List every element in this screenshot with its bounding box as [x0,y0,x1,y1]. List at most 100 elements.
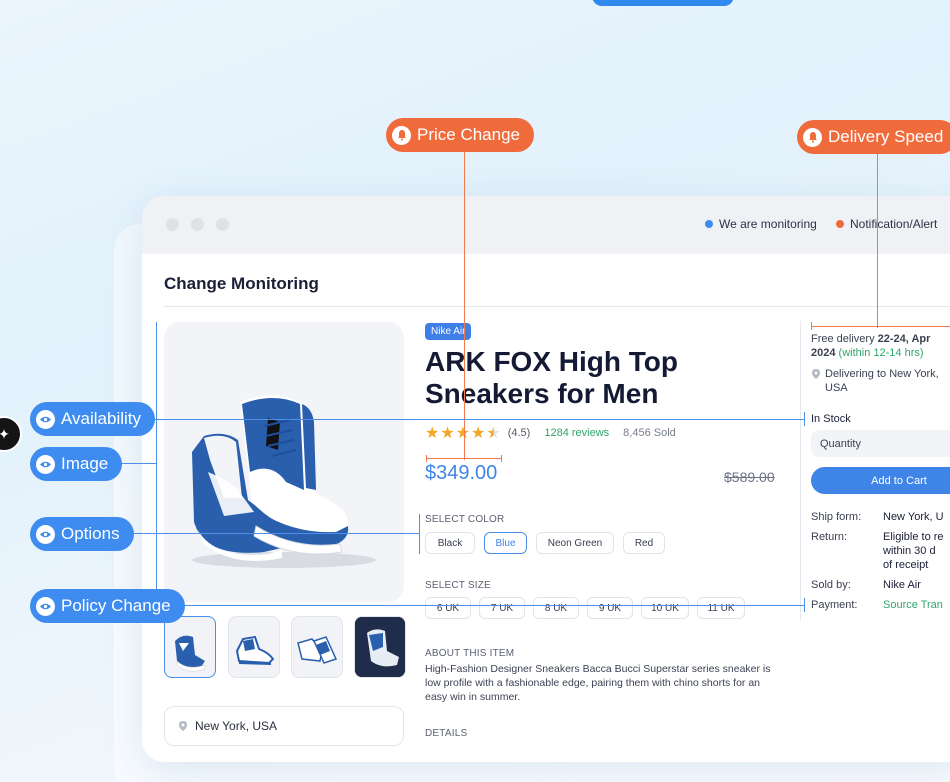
delivery-dates: 22-24, Apr [877,333,931,345]
delivery-info: Free delivery 22-24, Apr 2024 (within 12… [811,332,950,360]
callout-price-change-label: Price Change [417,125,521,144]
payment-value: Source Tran [883,599,943,611]
about-text: High-Fashion Designer Sneakers Bacca Buc… [425,663,771,703]
ship-from-value: New York, U [883,511,944,523]
thumbnail-3[interactable] [291,616,343,678]
callout-image-label: Image [61,454,109,473]
availability-bracket-tick [804,412,805,426]
about-label: ABOUT THIS ITEM [425,648,515,659]
size-option[interactable]: 7 UK [479,597,525,619]
location-text: New York, USA [195,719,278,733]
return-line3: of receipt [883,559,929,571]
details-label[interactable]: DETAILS [425,728,467,739]
delivering-to-line1: Delivering to New York, [825,368,939,380]
callout-options-label: Options [61,524,120,543]
price-connector-line [464,150,465,460]
quantity-label: Quantity [820,437,861,450]
policy-connector-line [180,605,805,606]
current-price: $349.00 [425,462,498,484]
delivery-bracket-tick [811,322,812,330]
add-to-cart-button[interactable]: Add to Cart [811,467,950,494]
price-bracket-tick [501,455,502,462]
product-main-image[interactable] [164,322,404,602]
thumbnail-2[interactable] [228,616,280,678]
availability-connector-line [150,419,805,420]
callout-image[interactable]: Image [30,447,123,481]
color-option-selected[interactable]: Blue [484,532,527,554]
reviews-link[interactable]: 1284 reviews [544,427,609,439]
callout-delivery-speed-label: Delivery Speed [828,127,944,146]
sold-count: 8,456 Sold [623,427,676,439]
legend-alert: Notification/Alert [836,217,937,231]
color-option[interactable]: Red [623,532,665,554]
sneaker-thumb-icon [175,635,206,672]
delivery-connector-line [877,150,878,328]
sold-by-label: Sold by: [811,579,851,591]
callout-delivery-speed[interactable]: Delivery Speed [797,120,950,154]
select-size-label: SELECT SIZE [425,580,491,591]
policy-bracket-tick [804,598,805,612]
callout-policy-change[interactable]: Policy Change [30,589,185,623]
delivery-year: 2024 [811,347,836,359]
callout-options[interactable]: Options [30,517,134,551]
size-option[interactable]: 9 UK [587,597,633,619]
sneaker-thumb-icon [297,636,338,664]
blue-dot-icon [705,220,713,228]
callout-availability[interactable]: Availability [30,402,156,436]
sneaker-icon [192,395,376,568]
select-color-label: SELECT COLOR [425,514,505,525]
thumbnail-4[interactable] [354,616,406,678]
location-pin-icon [812,369,820,379]
delivery-bracket-line [811,326,950,327]
sparkle-ai-icon[interactable]: ✦ [0,416,22,452]
delivery-prefix: Free delivery [811,333,878,345]
return-label: Return: [811,531,848,543]
top-decorative-pill [592,0,734,6]
bell-icon [803,127,822,147]
window-dot-minimize[interactable] [191,218,204,231]
page-title: Change Monitoring [164,274,319,293]
options-bracket-line [419,514,420,554]
thumbnail-1[interactable] [164,616,216,678]
options-connector-line [130,533,419,534]
window-dot-maximize[interactable] [216,218,229,231]
size-option[interactable]: 10 UK [641,597,689,619]
color-option[interactable]: Neon Green [536,532,614,554]
half-star-icon: ★ [486,425,501,442]
image-connector-line [120,463,157,464]
star-icon: ★ [440,425,455,442]
callout-price-change[interactable]: Price Change [386,118,535,152]
rating-row: ★ ★ ★ ★ ★ (4.5) 1284 reviews 8,456 Sold [425,423,676,443]
size-option[interactable]: 8 UK [533,597,579,619]
eye-icon [36,454,55,474]
return-line2: within 30 d [883,545,936,557]
window-titlebar: We are monitoring Notification/Alert [142,196,950,254]
return-value: Eligible to re within 30 d of receipt [883,530,944,572]
ship-from-label: Ship form: [811,511,862,523]
location-box[interactable]: New York, USA [164,706,404,746]
sneaker-thumb-icon [355,617,405,677]
size-option[interactable]: 6 UK [425,597,471,619]
delivery-window: (within 12-14 hrs) [838,347,924,359]
price-bracket-tick [426,455,427,462]
star-icon: ★ [455,425,471,442]
bell-icon [392,125,411,145]
sneaker-thumb-icon [235,635,275,665]
legend-monitoring-label: We are monitoring [719,217,817,231]
window-dot-close[interactable] [166,218,179,231]
callout-policy-change-label: Policy Change [61,596,171,615]
title-divider [164,306,950,307]
orange-dot-icon [836,220,844,228]
size-option[interactable]: 11 UK [697,597,745,619]
star-icon: ★ [471,425,486,442]
delivering-to: Delivering to New York, USA [825,367,950,395]
image-bracket-line [156,322,157,612]
color-option[interactable]: Black [425,532,475,554]
eye-icon [36,409,55,429]
eye-icon [36,596,55,616]
product-title: ARK FOX High Top Sneakers for Men [425,346,678,409]
quantity-select[interactable]: Quantity 1 [811,430,950,457]
return-line1: Eligible to re [883,531,944,543]
callout-availability-label: Availability [61,409,142,428]
star-icon: ★ [425,425,440,442]
